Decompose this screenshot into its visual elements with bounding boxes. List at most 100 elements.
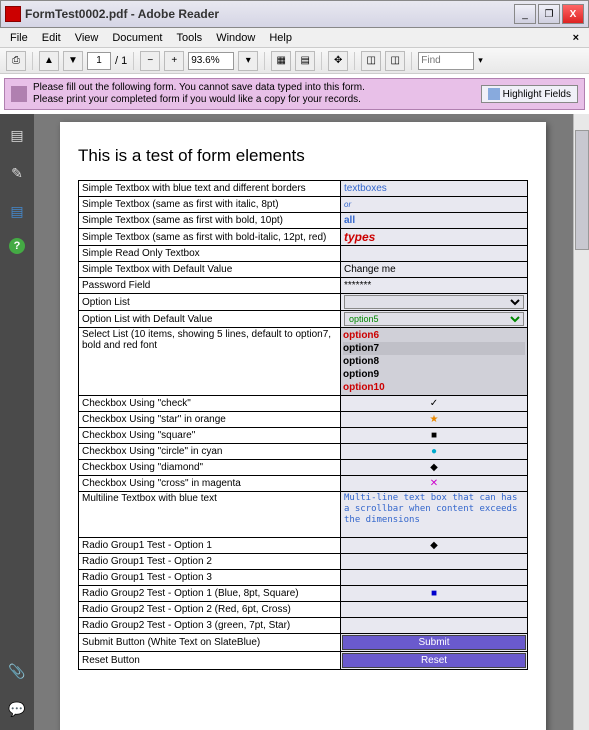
tool3-icon[interactable]: ◫ bbox=[385, 51, 405, 71]
radio-g2-o3[interactable] bbox=[341, 618, 528, 634]
form-notice: Please fill out the following form. You … bbox=[4, 78, 585, 110]
minimize-button[interactable]: _ bbox=[514, 4, 536, 24]
fit-page-icon[interactable]: ▤ bbox=[295, 51, 315, 71]
print-icon[interactable]: ⎙ bbox=[6, 51, 26, 71]
toolbar: ⎙ ▲ ▼ / 1 − + ▾ ▦ ▤ ✥ ◫ ◫ ▾ bbox=[0, 48, 589, 74]
vertical-scrollbar[interactable] bbox=[573, 114, 589, 730]
select-list[interactable]: option6option7option8option9option10 bbox=[341, 328, 527, 395]
notice-line2: Please print your completed form if you … bbox=[33, 94, 481, 106]
label-square: Checkbox Using "square" bbox=[79, 428, 341, 444]
page-up-icon[interactable]: ▲ bbox=[39, 51, 59, 71]
app-icon bbox=[5, 6, 21, 22]
submit-button[interactable]: Submit bbox=[342, 635, 526, 650]
label-radio2-3: Radio Group2 Test - Option 3 (green, 7pt… bbox=[79, 618, 341, 634]
signatures-panel-icon[interactable]: ✎ bbox=[6, 162, 28, 184]
option-list-default[interactable]: option5 bbox=[344, 312, 524, 326]
find-dropdown-icon[interactable]: ▾ bbox=[478, 55, 483, 66]
menu-view[interactable]: View bbox=[69, 30, 105, 46]
scrollbar-thumb[interactable] bbox=[575, 130, 589, 250]
label-option-list: Option List bbox=[79, 294, 341, 311]
radio-g2-o1[interactable]: ■ bbox=[341, 586, 528, 602]
label-select-list: Select List (10 items, showing 5 lines, … bbox=[79, 328, 341, 396]
tool1-icon[interactable]: ✥ bbox=[328, 51, 348, 71]
label-radio2-2: Radio Group2 Test - Option 2 (Red, 6pt, … bbox=[79, 602, 341, 618]
form-table: Simple Textbox with blue text and differ… bbox=[78, 180, 528, 670]
attachments-panel-icon[interactable]: 📎 bbox=[6, 660, 28, 682]
label-cross: Checkbox Using "cross" in magenta bbox=[79, 476, 341, 492]
menu-help[interactable]: Help bbox=[263, 30, 298, 46]
pages-panel-icon[interactable]: ▤ bbox=[6, 124, 28, 146]
label-textbox-italic: Simple Textbox (same as first with itali… bbox=[79, 197, 341, 213]
label-check: Checkbox Using "check" bbox=[79, 396, 341, 412]
notice-line1: Please fill out the following form. You … bbox=[33, 82, 481, 94]
radio-g1-o3[interactable] bbox=[341, 570, 528, 586]
checkbox-cross[interactable]: ✕ bbox=[341, 476, 528, 492]
label-radio1-3: Radio Group1 Test - Option 3 bbox=[79, 570, 341, 586]
password-field[interactable] bbox=[344, 280, 524, 291]
textbox-readonly bbox=[341, 246, 528, 262]
window-title: FormTest0002.pdf - Adobe Reader bbox=[25, 7, 514, 21]
layers-panel-icon[interactable]: ▤ bbox=[6, 200, 28, 222]
menu-window[interactable]: Window bbox=[210, 30, 261, 46]
pdf-page: This is a test of form elements Simple T… bbox=[60, 122, 546, 730]
highlight-fields-button[interactable]: Highlight Fields bbox=[481, 85, 578, 103]
checkbox-square[interactable]: ■ bbox=[341, 428, 528, 444]
page-number-input[interactable] bbox=[87, 52, 111, 70]
label-password: Password Field bbox=[79, 278, 341, 294]
textbox-bold-italic-red[interactable] bbox=[344, 230, 524, 244]
label-default: Simple Textbox with Default Value bbox=[79, 262, 341, 278]
highlight-label: Highlight Fields bbox=[503, 89, 571, 100]
highlight-icon bbox=[488, 88, 500, 100]
menu-tools[interactable]: Tools bbox=[171, 30, 209, 46]
find-input[interactable] bbox=[418, 52, 474, 70]
label-circle: Checkbox Using "circle" in cyan bbox=[79, 444, 341, 460]
label-readonly: Simple Read Only Textbox bbox=[79, 246, 341, 262]
textbox-default[interactable] bbox=[344, 264, 524, 275]
radio-g2-o2[interactable] bbox=[341, 602, 528, 618]
label-textbox-bired: Simple Textbox (same as first with bold-… bbox=[79, 229, 341, 246]
menubar: File Edit View Document Tools Window Hel… bbox=[0, 28, 589, 48]
sidebar: ▤ ✎ ▤ ? 📎 💬 bbox=[0, 114, 34, 730]
close-button[interactable]: X bbox=[562, 4, 584, 24]
help-icon[interactable]: ? bbox=[9, 238, 25, 254]
zoom-out-icon[interactable]: − bbox=[140, 51, 160, 71]
page-down-icon[interactable]: ▼ bbox=[63, 51, 83, 71]
zoom-in-icon[interactable]: + bbox=[164, 51, 184, 71]
document-area[interactable]: This is a test of form elements Simple T… bbox=[34, 114, 589, 730]
menu-document[interactable]: Document bbox=[106, 30, 168, 46]
fit-width-icon[interactable]: ▦ bbox=[271, 51, 291, 71]
checkbox-diamond[interactable]: ◆ bbox=[341, 460, 528, 476]
label-diamond: Checkbox Using "diamond" bbox=[79, 460, 341, 476]
textbox-bold[interactable] bbox=[344, 215, 524, 226]
maximize-button[interactable]: ❐ bbox=[538, 4, 560, 24]
checkbox-circle[interactable]: ● bbox=[341, 444, 528, 460]
label-option-default: Option List with Default Value bbox=[79, 311, 341, 328]
multiline-textbox[interactable]: Multi-line text box that can has a scrol… bbox=[344, 493, 524, 533]
page-title: This is a test of form elements bbox=[78, 146, 528, 166]
textbox-blue[interactable] bbox=[344, 183, 524, 194]
checkbox-check[interactable]: ✓ bbox=[341, 396, 528, 412]
label-radio1-2: Radio Group1 Test - Option 2 bbox=[79, 554, 341, 570]
reset-button[interactable]: Reset bbox=[342, 653, 526, 668]
textbox-italic[interactable] bbox=[344, 200, 524, 209]
label-textbox-bold: Simple Textbox (same as first with bold,… bbox=[79, 213, 341, 229]
label-radio1-1: Radio Group1 Test - Option 1 bbox=[79, 538, 341, 554]
info-icon bbox=[11, 86, 27, 102]
checkbox-star[interactable]: ★ bbox=[341, 412, 528, 428]
zoom-dropdown-icon[interactable]: ▾ bbox=[238, 51, 258, 71]
label-submit: Submit Button (White Text on SlateBlue) bbox=[79, 634, 341, 652]
tool2-icon[interactable]: ◫ bbox=[361, 51, 381, 71]
comments-panel-icon[interactable]: 💬 bbox=[6, 698, 28, 720]
label-radio2-1: Radio Group2 Test - Option 1 (Blue, 8pt,… bbox=[79, 586, 341, 602]
radio-g1-o1[interactable]: ◆ bbox=[341, 538, 528, 554]
menu-edit[interactable]: Edit bbox=[36, 30, 67, 46]
titlebar: FormTest0002.pdf - Adobe Reader _ ❐ X bbox=[0, 0, 589, 28]
radio-g1-o2[interactable] bbox=[341, 554, 528, 570]
page-total: / 1 bbox=[115, 55, 127, 67]
label-multiline: Multiline Textbox with blue text bbox=[79, 492, 341, 538]
option-list[interactable] bbox=[344, 295, 524, 309]
label-reset: Reset Button bbox=[79, 652, 341, 670]
zoom-input[interactable] bbox=[188, 52, 234, 70]
menubar-close-icon[interactable]: × bbox=[567, 32, 585, 44]
menu-file[interactable]: File bbox=[4, 30, 34, 46]
